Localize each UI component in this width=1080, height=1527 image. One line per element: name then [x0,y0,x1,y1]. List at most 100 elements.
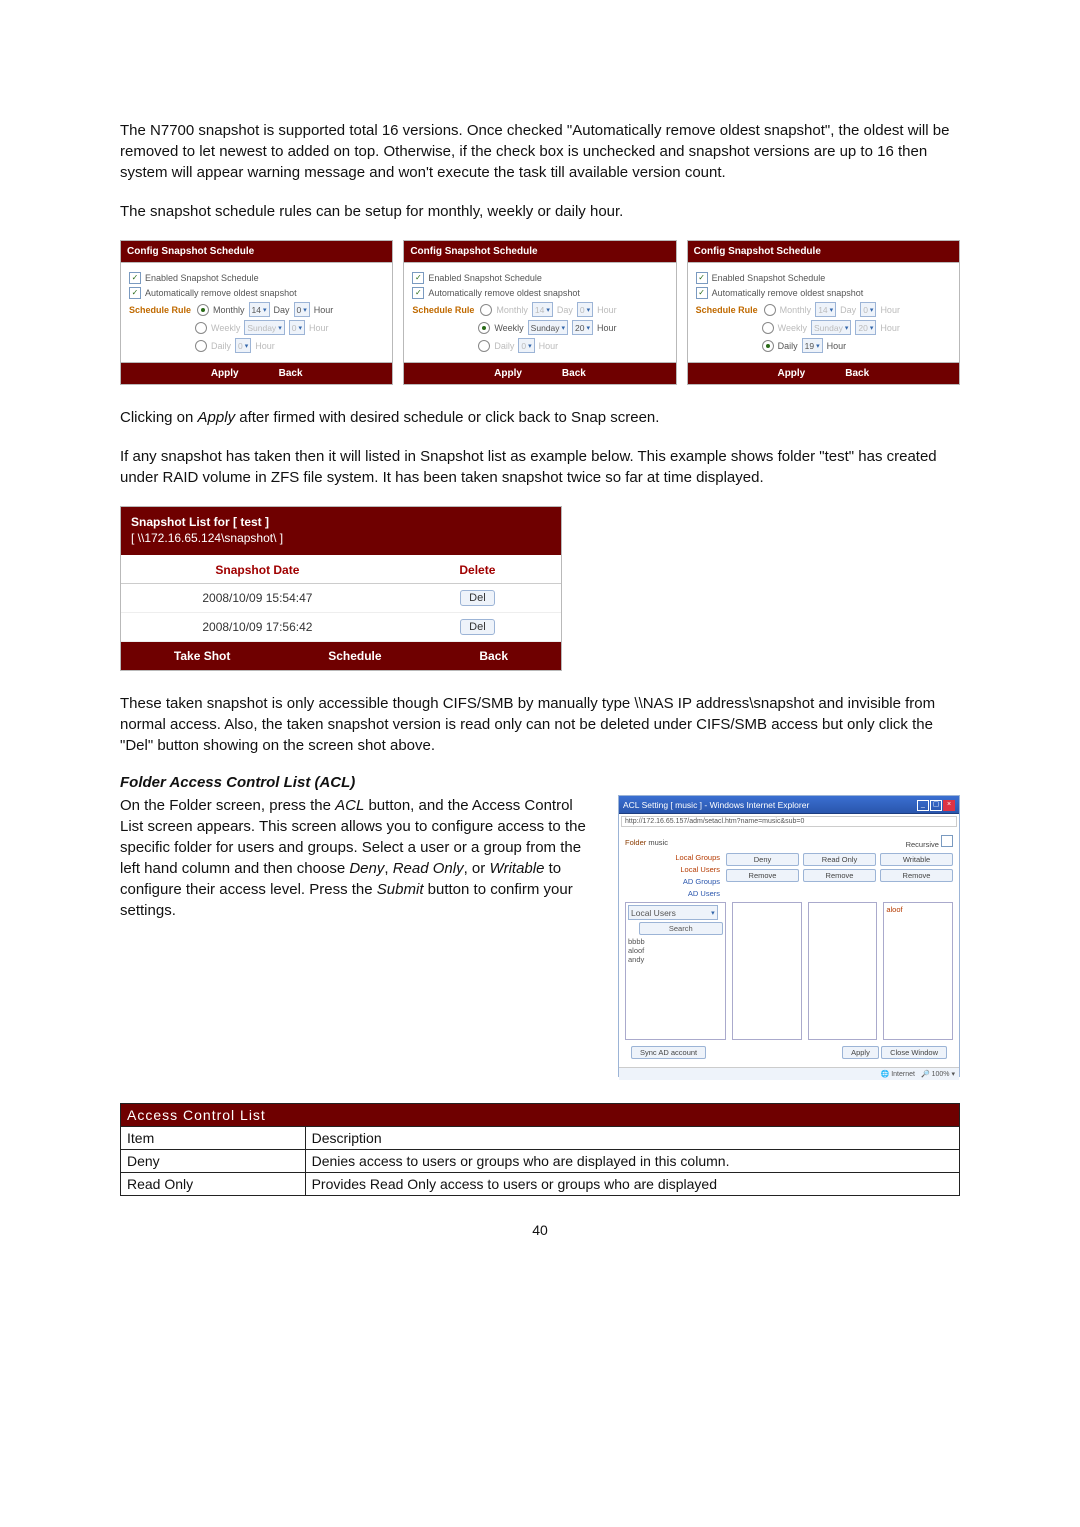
sync-ad-button[interactable]: Sync AD account [631,1046,706,1059]
month-day-select[interactable]: 14▾ [815,302,836,317]
status-zoom: 🔎 100% ▾ [921,1070,955,1078]
weekly-label: Weekly [211,323,240,333]
remove-button[interactable]: Remove [803,869,876,882]
schedule-button[interactable]: Schedule [328,649,381,663]
list-item[interactable]: bbbb [628,937,723,946]
chevron-down-icon: ▾ [245,342,249,350]
month-day-select[interactable]: 14▾ [532,302,553,317]
month-hour-select[interactable]: 0▾ [294,302,310,317]
col-delete: Delete [394,555,561,584]
apply-button[interactable]: Apply [211,368,239,379]
radio-daily[interactable] [195,340,207,352]
chevron-down-icon: ▾ [870,324,874,332]
month-hour-select[interactable]: 0▾ [860,302,876,317]
back-button[interactable]: Back [562,368,586,379]
close-icon[interactable]: × [943,800,955,811]
writable-button[interactable]: Writable [880,853,953,866]
maximize-icon[interactable]: ▢ [930,800,942,811]
daily-hour-select[interactable]: 19▾ [802,338,823,353]
back-button[interactable]: Back [279,368,303,379]
local-users-link[interactable]: Local Users [625,865,720,874]
radio-daily[interactable] [762,340,774,352]
url-bar[interactable]: http://172.16.65.157/adm/setacl.htm?name… [621,816,957,827]
week-hour-select[interactable]: 0▾ [289,320,305,335]
search-button[interactable]: Search [639,922,724,935]
close-window-button[interactable]: Close Window [881,1046,947,1059]
intro-p2: The snapshot schedule rules can be setup… [120,201,960,222]
after-schedule-p1: Clicking on Apply after firmed with desi… [120,407,960,428]
chevron-down-icon: ▾ [303,306,307,314]
daily-label: Daily [778,341,798,351]
window-controls[interactable]: _▢× [916,798,955,811]
weekday-select[interactable]: Sunday▾ [811,320,851,335]
checkbox-icon[interactable]: ✓ [129,287,141,299]
intro-p1: The N7700 snapshot is supported total 16… [120,120,960,183]
daily-label: Daily [494,341,514,351]
table-row: 2008/10/09 15:54:47 Del [121,584,561,613]
month-hour-select[interactable]: 0▾ [577,302,593,317]
monthly-label: Monthly [213,305,245,315]
apply-button[interactable]: Apply [842,1046,879,1059]
del-button[interactable]: Del [460,590,495,606]
hour-word: Hour [309,323,329,333]
back-button[interactable]: Back [479,649,508,663]
chevron-down-icon: ▾ [278,324,282,332]
ad-groups-link[interactable]: AD Groups [625,877,720,886]
radio-weekly[interactable] [762,322,774,334]
schedule-panel-monthly: Config Snapshot Schedule ✓Enabled Snapsh… [120,240,393,385]
local-groups-link[interactable]: Local Groups [625,853,720,862]
rule-label: Schedule Rule [129,305,191,315]
daily-hour-select[interactable]: 0▾ [235,338,251,353]
ad-users-link[interactable]: AD Users [625,889,720,898]
checkbox-icon[interactable]: ✓ [696,287,708,299]
week-hour-select[interactable]: 20▾ [572,320,593,335]
read-only-button[interactable]: Read Only [803,853,876,866]
deny-button[interactable]: Deny [726,853,799,866]
month-day-select[interactable]: 14▾ [249,302,270,317]
autoremove-label: Automatically remove oldest snapshot [428,288,580,298]
radio-daily[interactable] [478,340,490,352]
checkbox-icon[interactable]: ✓ [696,272,708,284]
snapshot-date: 2008/10/09 17:56:42 [121,613,394,642]
status-zone: 🌐 Internet [881,1070,915,1078]
radio-monthly[interactable] [197,304,209,316]
back-button[interactable]: Back [845,368,869,379]
readonly-column [808,902,878,1040]
apply-button[interactable]: Apply [777,368,805,379]
remove-button[interactable]: Remove [880,869,953,882]
radio-weekly[interactable] [195,322,207,334]
monthly-label: Monthly [496,305,528,315]
checkbox-icon[interactable]: ✓ [412,287,424,299]
minimize-icon[interactable]: _ [917,800,929,811]
recursive-label: Recursive [906,840,939,849]
list-item[interactable]: andy [628,955,723,964]
table-row: 2008/10/09 17:56:42 Del [121,613,561,642]
daily-hour-select[interactable]: 0▾ [518,338,534,353]
chevron-down-icon: ▾ [562,324,566,332]
checkbox-icon[interactable] [941,835,953,847]
del-button[interactable]: Del [460,619,495,635]
checkbox-icon[interactable]: ✓ [412,272,424,284]
remove-button[interactable]: Remove [726,869,799,882]
radio-monthly[interactable] [480,304,492,316]
day-word: Day [840,305,856,315]
chevron-down-icon: ▾ [845,324,849,332]
window-title: ACL Setting [ music ] - Windows Internet… [623,800,809,810]
apply-button[interactable]: Apply [494,368,522,379]
radio-monthly[interactable] [764,304,776,316]
checkbox-icon[interactable]: ✓ [129,272,141,284]
take-shot-button[interactable]: Take Shot [174,649,230,663]
monthly-label: Monthly [780,305,812,315]
acl-desc: Denies access to users or groups who are… [305,1150,959,1173]
user-type-select[interactable]: Local Users▾ [628,905,718,920]
acl-paragraph: On the Folder screen, press the ACL butt… [120,795,596,921]
weekday-select[interactable]: Sunday▾ [528,320,568,335]
list-item[interactable]: aloof [628,946,723,955]
acl-heading: Folder Access Control List (ACL) [120,774,960,791]
weekday-select[interactable]: Sunday▾ [244,320,284,335]
chevron-down-icon: ▾ [587,324,591,332]
table-row: Deny Denies access to users or groups wh… [121,1150,960,1173]
week-hour-select[interactable]: 20▾ [855,320,876,335]
radio-weekly[interactable] [478,322,490,334]
col-item: Item [121,1127,306,1150]
